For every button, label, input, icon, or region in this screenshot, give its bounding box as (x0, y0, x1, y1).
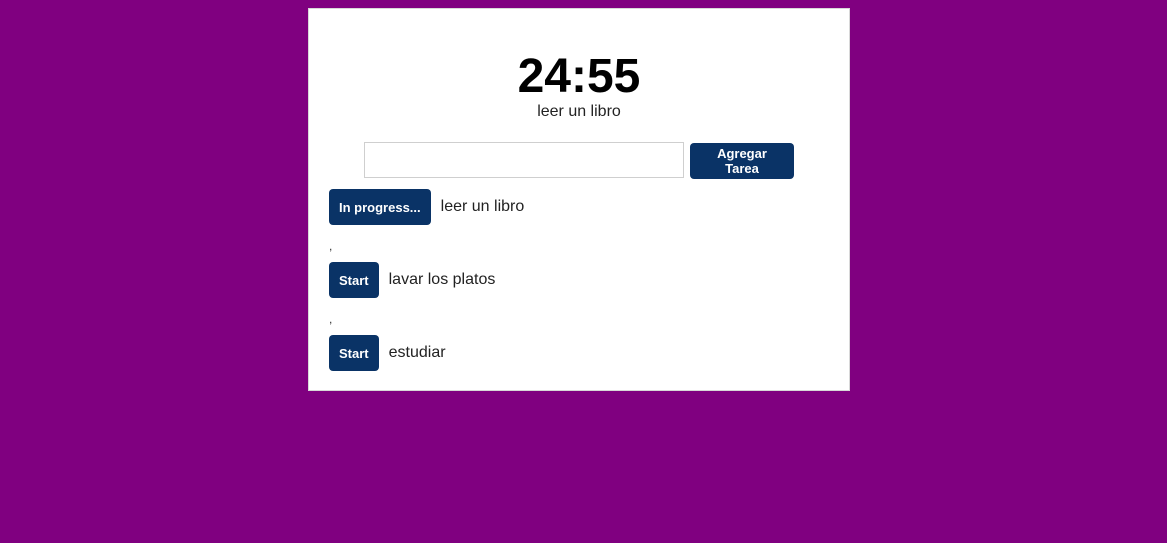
pomodoro-card: 24:55 leer un libro Agregar Tarea In pro… (308, 8, 850, 391)
task-item: Start lavar los platos (329, 262, 495, 298)
task-start-button[interactable]: Start (329, 335, 379, 371)
task-start-button[interactable]: Start (329, 262, 379, 298)
task-name: leer un libro (440, 198, 525, 215)
task-separator: , (329, 312, 333, 326)
task-item: In progress... leer un libro (329, 189, 524, 225)
task-item: Start estudiar (329, 335, 446, 371)
task-status-button[interactable]: In progress... (329, 189, 431, 225)
task-name: lavar los platos (388, 271, 496, 288)
task-input[interactable] (364, 142, 684, 178)
timer-display: 24:55 (517, 50, 641, 103)
task-name: estudiar (388, 344, 446, 361)
current-task-label: leer un libro (537, 103, 621, 120)
task-separator: , (329, 239, 333, 253)
add-task-button[interactable]: Agregar Tarea (690, 143, 794, 179)
